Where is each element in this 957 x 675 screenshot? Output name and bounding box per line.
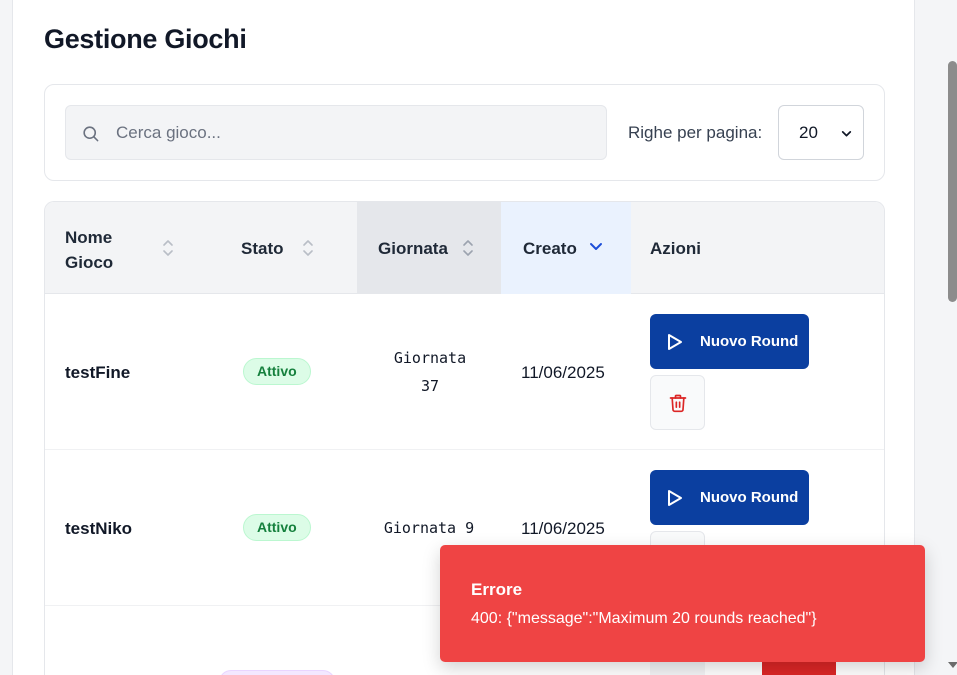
status-badge: Attivo <box>243 514 311 541</box>
rows-per-page-label: Righe per pagina: <box>628 123 763 142</box>
search-box[interactable] <box>65 105 607 160</box>
status-badge: Attivo <box>243 358 311 385</box>
toast-message: 400: {"message":"Maximum 20 rounds reach… <box>471 610 817 627</box>
table-header: Nome Gioco Stato Giornata Creato Azioni <box>45 202 884 294</box>
new-round-button[interactable]: Nuovo Round <box>650 470 809 525</box>
sort-icon <box>303 240 313 256</box>
column-header-giornata[interactable]: Giornata <box>357 202 501 294</box>
column-label-azioni: Azioni <box>650 239 701 258</box>
column-label-stato: Stato <box>241 239 284 258</box>
error-toast[interactable]: Errore 400: {"message":"Maximum 20 round… <box>440 545 925 662</box>
page-title: Gestione Giochi <box>44 24 247 54</box>
table-row: testFine Attivo Giornata 37 11/06/2025 N… <box>45 294 884 450</box>
column-header-creato[interactable]: Creato <box>501 202 631 294</box>
new-round-button[interactable]: Nuovo Round <box>650 314 809 369</box>
trash-icon <box>669 394 687 413</box>
chevron-down-icon <box>841 131 852 137</box>
play-icon <box>668 334 682 350</box>
search-input[interactable] <box>116 106 596 159</box>
filter-card: Righe per pagina: 20 <box>44 84 885 181</box>
game-name: testFine <box>65 363 131 382</box>
new-round-label: Nuovo Round <box>700 489 799 506</box>
scroll-down-arrow-icon[interactable] <box>948 662 957 668</box>
giornata-value: Giornata 9 <box>383 519 475 537</box>
search-icon <box>83 126 99 142</box>
created-date: 11/06/2025 <box>521 363 605 382</box>
column-header-stato[interactable]: Stato <box>221 202 357 294</box>
status-badge-partial <box>219 670 335 675</box>
chevron-down-icon <box>590 243 602 250</box>
new-round-label: Nuovo Round <box>700 333 799 350</box>
page-scrollbar[interactable] <box>942 0 957 675</box>
play-icon <box>668 490 682 506</box>
column-label-giornata: Giornata <box>378 239 448 258</box>
sort-icon <box>463 240 473 256</box>
toast-title: Errore <box>471 580 523 599</box>
game-name: testNiko <box>65 519 133 538</box>
column-header-nome[interactable]: Nome Gioco <box>45 202 221 294</box>
sort-icon <box>163 240 173 256</box>
giornata-value: Giornata 37 <box>393 349 467 395</box>
column-label-creato: Creato <box>523 239 577 258</box>
column-label-nome: Nome Gioco <box>65 228 114 272</box>
rows-per-page-select[interactable]: 20 <box>778 105 864 160</box>
column-header-azioni: Azioni <box>631 202 884 294</box>
created-date: 11/06/2025 <box>521 519 605 538</box>
delete-button[interactable] <box>650 375 705 430</box>
scrollbar-thumb[interactable] <box>948 61 957 302</box>
rows-per-page-value: 20 <box>799 123 818 142</box>
